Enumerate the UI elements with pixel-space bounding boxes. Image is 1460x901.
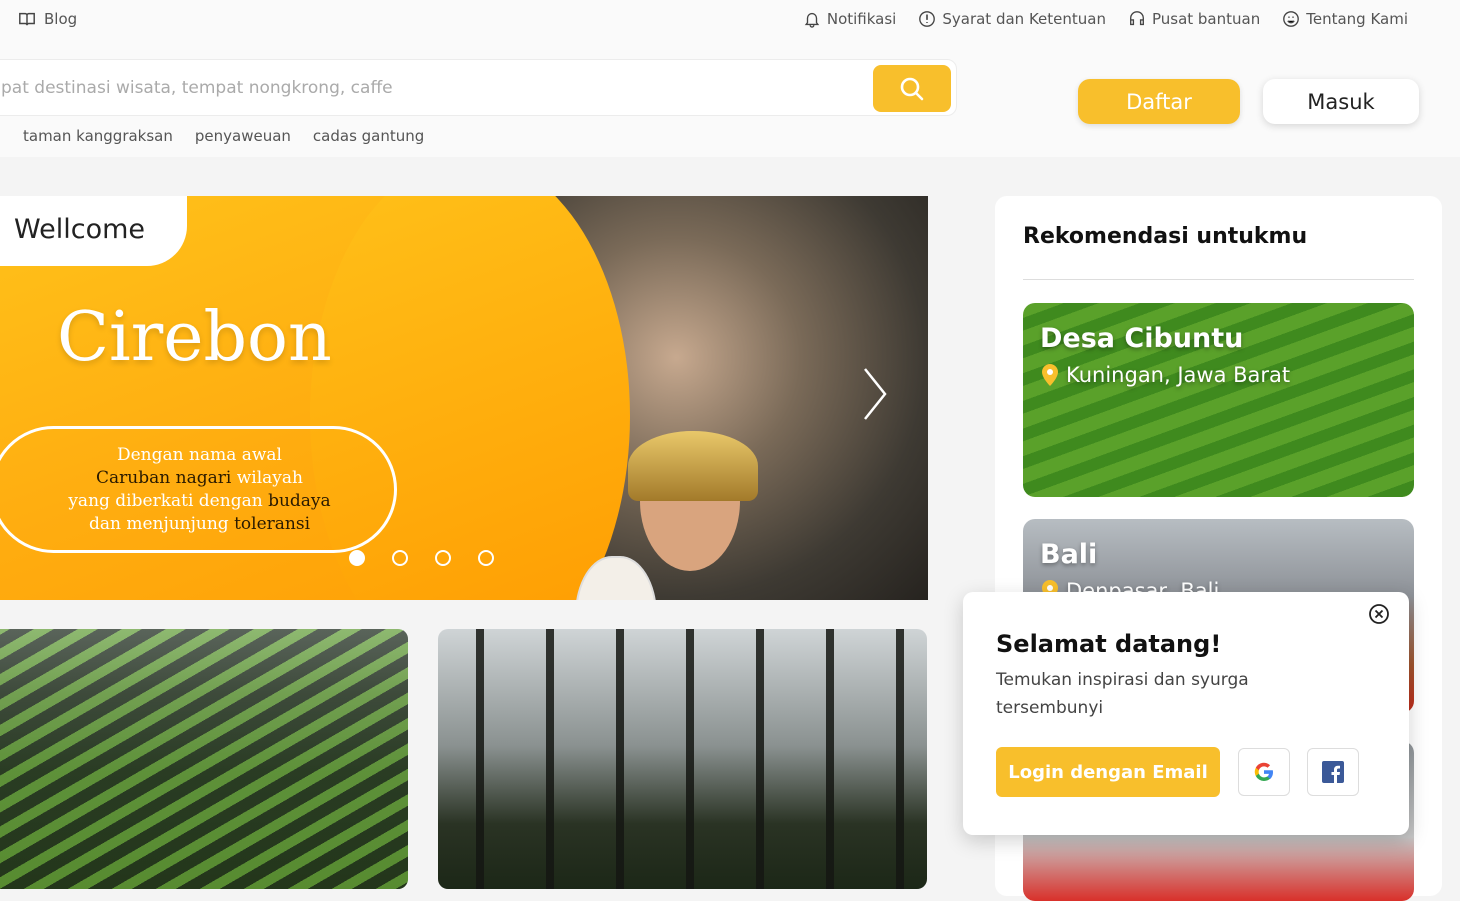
quick-search-item[interactable]: taman kanggraksan: [23, 127, 173, 145]
recommendation-name: Bali: [1040, 539, 1098, 570]
smile-icon: [1283, 11, 1300, 27]
tagline-bold: budaya: [268, 490, 331, 511]
popup-title: Selamat datang!: [996, 630, 1222, 658]
facebook-icon: [1322, 761, 1344, 783]
pusat-bantuan-label: Pusat bantuan: [1151, 10, 1261, 28]
top-bar: Blog Notifikasi Syarat dan Ketentuan Pus…: [0, 0, 1460, 40]
slide-dot[interactable]: [478, 550, 494, 566]
daftar-button[interactable]: Daftar: [1078, 79, 1240, 124]
banner-figure-crown: [628, 431, 758, 501]
slide-dot[interactable]: [349, 550, 365, 566]
hero-banner[interactable]: Wellcome Cirebon Dengan nama awal Caruba…: [0, 196, 928, 600]
recommendation-location: Kuningan, Jawa Barat: [1040, 363, 1290, 387]
divider: [1023, 279, 1414, 280]
close-icon[interactable]: [1368, 603, 1390, 625]
location-pin-icon: [1042, 364, 1058, 386]
bell-icon: [804, 12, 820, 28]
header: taman kanggraksan penyaweuan cadas gantu…: [0, 40, 1460, 157]
slide-indicators: [349, 550, 494, 566]
search-bar: [0, 59, 957, 116]
welcome-tab: Wellcome: [0, 196, 187, 266]
masuk-button[interactable]: Masuk: [1263, 79, 1419, 124]
tagline-line: yang diberkati dengan: [68, 490, 269, 511]
tagline-line: dan menjunjung: [88, 513, 235, 534]
location-label: Kuningan, Jawa Barat: [1066, 363, 1291, 387]
popup-text: Temukan inspirasi dan syurga tersembunyi: [996, 670, 1249, 718]
slide-dot[interactable]: [392, 550, 408, 566]
alert-circle-icon: [919, 11, 936, 27]
search-icon: [900, 77, 924, 100]
syarat-label: Syarat dan Ketentuan: [942, 10, 1106, 28]
top-links: Notifikasi Syarat dan Ketentuan Pusat ba…: [803, 10, 1408, 28]
terraces-image: [0, 629, 408, 889]
blog-label: Blog: [44, 10, 78, 28]
blog-link[interactable]: Blog: [18, 10, 77, 28]
book-icon: [19, 12, 35, 26]
banner-tagline: Dengan nama awal Caruban nagari wilayah …: [0, 426, 397, 553]
forest-image: [438, 629, 927, 889]
quick-searches: taman kanggraksan penyaweuan cadas gantu…: [23, 127, 424, 145]
tagline-line: Dengan nama awal: [116, 444, 282, 465]
tagline-bold: toleransi: [234, 513, 311, 534]
tagline-line: wilayah: [231, 467, 303, 488]
tentang-kami-link[interactable]: Tentang Kami: [1282, 10, 1408, 28]
destination-card-forest[interactable]: [438, 629, 927, 889]
quick-search-item[interactable]: cadas gantung: [313, 127, 424, 145]
welcome-popup: Selamat datang! Temukan inspirasi dan sy…: [963, 592, 1409, 835]
destination-card-terraces[interactable]: [0, 629, 408, 889]
syarat-link[interactable]: Syarat dan Ketentuan: [918, 10, 1106, 28]
facebook-login-button[interactable]: [1307, 748, 1359, 796]
google-icon: [1254, 762, 1273, 782]
next-slide-arrow-icon[interactable]: [860, 364, 890, 424]
recommendation-card[interactable]: Desa Cibuntu Kuningan, Jawa Barat: [1023, 303, 1414, 497]
google-login-button[interactable]: [1238, 748, 1290, 796]
tentang-kami-label: Tentang Kami: [1306, 10, 1408, 28]
search-input[interactable]: [0, 60, 861, 115]
notifikasi-link[interactable]: Notifikasi: [803, 10, 897, 28]
notifikasi-label: Notifikasi: [826, 10, 897, 28]
recommendation-title: Rekomendasi untukmu: [1023, 224, 1308, 249]
headset-icon: [1129, 11, 1144, 26]
tagline-bold: Caruban nagari: [96, 467, 232, 488]
pusat-bantuan-link[interactable]: Pusat bantuan: [1128, 10, 1260, 28]
quick-search-item[interactable]: penyaweuan: [195, 127, 291, 145]
search-button[interactable]: [873, 65, 951, 112]
login-email-button[interactable]: Login dengan Email: [996, 747, 1220, 797]
slide-dot[interactable]: [435, 550, 451, 566]
banner-city-title: Cirebon: [57, 298, 332, 377]
recommendation-name: Desa Cibuntu: [1040, 323, 1244, 354]
